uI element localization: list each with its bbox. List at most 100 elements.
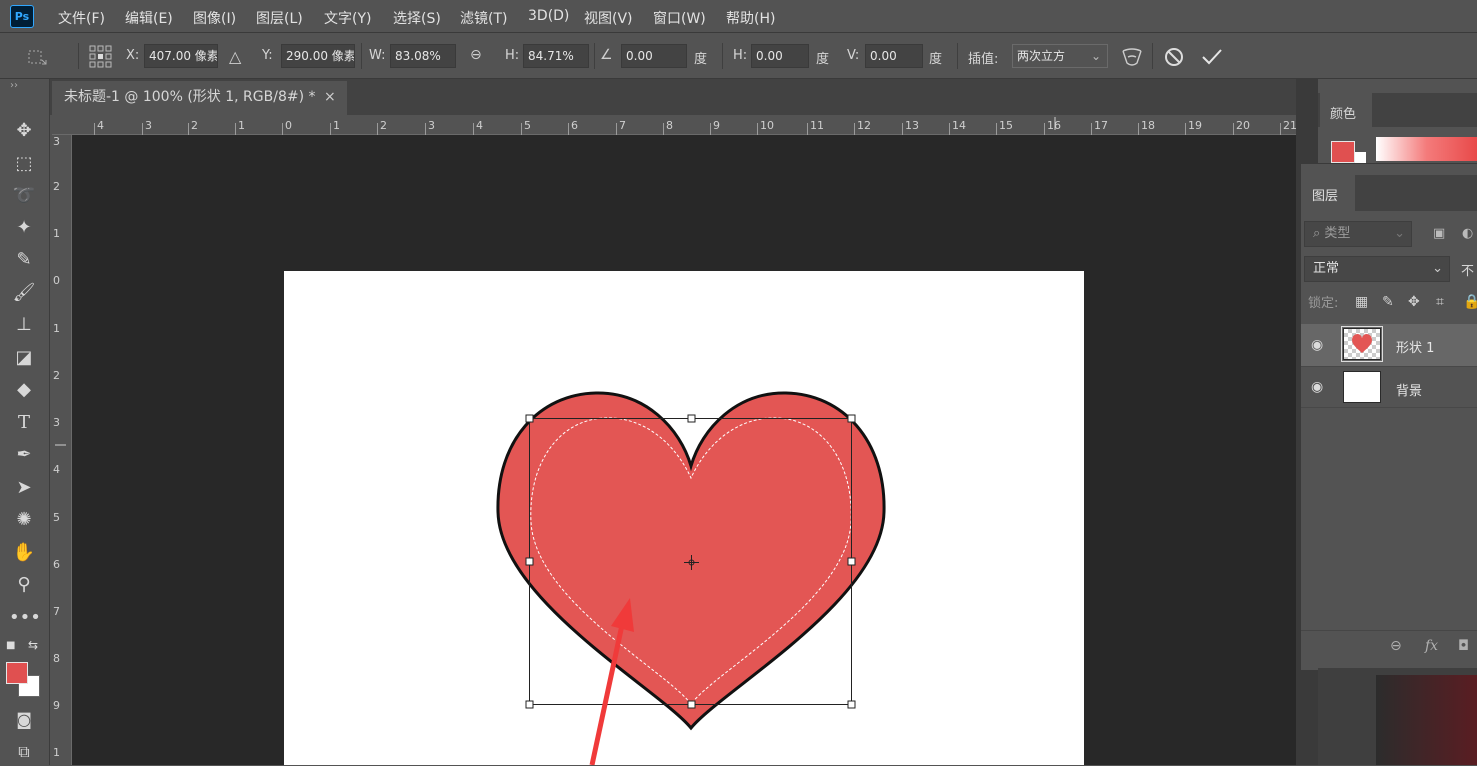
rotate-angle-icon: ∠ xyxy=(600,47,613,63)
w-input[interactable]: 83.08% xyxy=(390,44,456,68)
menu-filter[interactable]: 滤镜(T) xyxy=(460,8,507,28)
menu-view[interactable]: 视图(V) xyxy=(584,8,633,28)
layer-thumbnail-shape xyxy=(1341,326,1383,362)
custom-shape-tool-icon[interactable]: ✺ xyxy=(9,506,39,534)
x-input[interactable]: 407.00 像素 xyxy=(144,44,218,68)
interpolation-value: 两次立方 xyxy=(1017,49,1066,63)
chevron-down-icon: ⌄ xyxy=(1394,226,1405,241)
lock-label: 锁定: xyxy=(1308,296,1339,311)
vertical-ruler xyxy=(52,135,72,765)
menu-layer[interactable]: 图层(L) xyxy=(256,8,303,28)
layer-mask-icon[interactable]: ◘ xyxy=(1458,638,1469,654)
menu-type[interactable]: 文字(Y) xyxy=(324,8,371,28)
interpolation-select[interactable]: 两次立方 ⌄ xyxy=(1012,44,1108,68)
layer-row-background[interactable] xyxy=(1301,366,1477,408)
relative-position-icon[interactable]: △ xyxy=(229,47,241,66)
swap-colors-icon[interactable]: ⇆ xyxy=(28,638,38,652)
move-tool-icon[interactable]: ✥ xyxy=(9,117,39,145)
layer-row-shape[interactable] xyxy=(1301,324,1477,366)
layers-panel-tab[interactable]: 图层 xyxy=(1301,175,1355,211)
blend-mode-value: 正常 xyxy=(1313,261,1340,276)
chevron-down-icon: ⌄ xyxy=(1090,49,1101,63)
blend-mode-select[interactable]: 正常 ⌄ xyxy=(1304,256,1450,282)
menu-window[interactable]: 窗口(W) xyxy=(653,8,706,28)
document-tab[interactable]: 未标题-1 @ 100% (形状 1, RGB/8#) * xyxy=(52,81,347,115)
type-tool-icon[interactable]: T xyxy=(9,409,39,437)
fx-icon[interactable]: fx xyxy=(1425,638,1438,654)
document-canvas[interactable] xyxy=(284,271,1084,765)
divider xyxy=(1301,630,1477,631)
skew-v-unit: 度 xyxy=(929,52,943,67)
eyedropper-tool-icon[interactable]: ✎ xyxy=(9,246,39,274)
pen-tool-icon[interactable]: ✒ xyxy=(9,441,39,469)
divider xyxy=(594,43,595,69)
layer-name-shape[interactable]: 形状 1 xyxy=(1396,337,1434,356)
menu-3d[interactable]: 3D(D) xyxy=(528,8,569,24)
brush-tool-icon[interactable]: 🖌 xyxy=(9,279,39,307)
path-selection-tool-icon[interactable]: ➤ xyxy=(9,474,39,502)
cancel-transform-icon[interactable] xyxy=(1162,45,1186,69)
eye-icon[interactable]: ◉ xyxy=(1311,337,1323,353)
adjustment-filter-icon[interactable]: ◐ xyxy=(1462,226,1473,241)
paint-bucket-tool-icon[interactable]: ◆ xyxy=(9,376,39,404)
hand-tool-icon[interactable]: ✋ xyxy=(9,539,39,567)
rotate-input[interactable]: 0.00 xyxy=(621,44,687,68)
lock-artboard-icon[interactable]: ⌗ xyxy=(1436,294,1444,310)
skew-v-label: V: xyxy=(847,48,860,63)
warp-icon[interactable] xyxy=(1120,45,1144,69)
screen-mode-icon[interactable]: ⧉ xyxy=(9,738,39,766)
lock-paint-icon[interactable]: ✎ xyxy=(1382,294,1394,310)
y-input[interactable]: 290.00 像素 xyxy=(281,44,355,68)
lock-transparency-icon[interactable]: ▦ xyxy=(1355,294,1368,310)
skew-h-input[interactable]: 0.00 xyxy=(751,44,809,68)
layer-name-background[interactable]: 背景 xyxy=(1396,380,1422,399)
link-layers-icon[interactable]: ⊖ xyxy=(1390,638,1402,654)
lock-position-icon[interactable]: ✥ xyxy=(1408,294,1420,310)
color-picker-field[interactable] xyxy=(1376,675,1477,765)
stamp-tool-icon[interactable]: ⊥ xyxy=(9,311,39,339)
image-filter-icon[interactable]: ▣ xyxy=(1433,226,1445,241)
menu-image[interactable]: 图像(I) xyxy=(193,8,236,28)
skew-v-input[interactable]: 0.00 xyxy=(865,44,923,68)
commit-transform-icon[interactable] xyxy=(1200,45,1224,69)
skew-h-label: H: xyxy=(733,48,748,63)
zoom-tool-icon[interactable]: ⚲ xyxy=(9,571,39,599)
layer-filter-label: 类型 xyxy=(1324,226,1351,241)
lasso-tool-icon[interactable]: ➰ xyxy=(9,182,39,210)
h-label: H: xyxy=(505,48,520,63)
color-panel-tab[interactable]: 颜色 xyxy=(1320,93,1372,127)
rotate-unit: 度 xyxy=(694,52,708,67)
divider xyxy=(722,43,723,69)
eye-icon[interactable]: ◉ xyxy=(1311,379,1323,395)
more-tools-icon[interactable]: ••• xyxy=(9,604,41,632)
menu-help[interactable]: 帮助(H) xyxy=(726,8,775,28)
collapse-icon[interactable]: ›› xyxy=(10,80,18,91)
menu-edit[interactable]: 编辑(E) xyxy=(125,8,173,28)
h-input[interactable]: 84.71% xyxy=(523,44,589,68)
layer-filter-select[interactable]: ⌕ 类型 ⌄ xyxy=(1304,221,1412,247)
lock-all-icon[interactable]: 🔒 xyxy=(1463,294,1477,310)
magic-wand-tool-icon[interactable]: ✦ xyxy=(9,214,39,242)
foreground-color-swatch[interactable] xyxy=(6,662,28,684)
x-label: X: xyxy=(126,48,140,63)
chevron-down-icon: ⌄ xyxy=(1432,261,1443,276)
menu-select[interactable]: 选择(S) xyxy=(393,8,441,28)
default-colors-icon[interactable]: ■ xyxy=(6,640,15,651)
menu-file[interactable]: 文件(F) xyxy=(58,8,105,28)
foreground-color-mini[interactable] xyxy=(1331,141,1355,163)
horizontal-ruler xyxy=(52,115,1296,135)
link-icon[interactable]: ⊖ xyxy=(470,47,482,63)
reference-point-icon[interactable] xyxy=(88,44,114,70)
close-tab-icon[interactable]: × xyxy=(324,81,336,113)
divider xyxy=(957,43,958,69)
quick-mask-icon[interactable]: ◙ xyxy=(9,706,39,734)
photoshop-logo[interactable]: Ps xyxy=(10,5,34,28)
w-label: W: xyxy=(369,48,386,63)
divider xyxy=(1152,43,1153,69)
move-transform-icon[interactable] xyxy=(24,46,50,68)
marquee-tool-icon[interactable]: ⬚ xyxy=(9,150,39,178)
color-spectrum[interactable] xyxy=(1376,137,1477,161)
search-icon: ⌕ xyxy=(1313,226,1325,241)
y-label: Y: xyxy=(262,48,273,63)
eraser-tool-icon[interactable]: ◪ xyxy=(9,344,39,372)
